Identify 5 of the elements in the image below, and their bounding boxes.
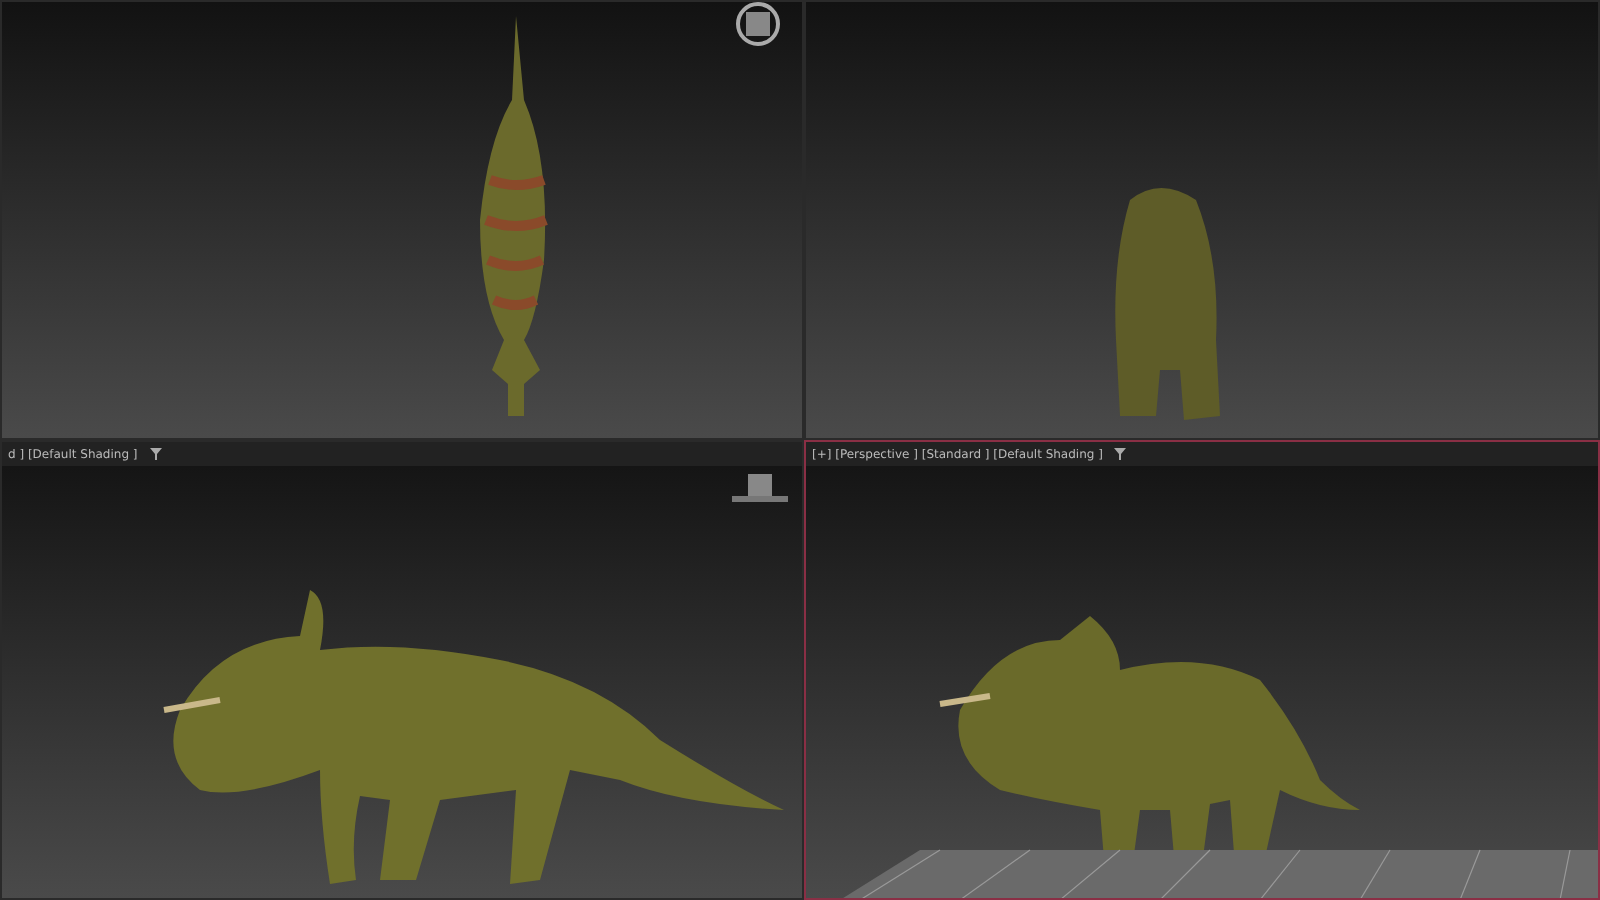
viewcube-icon[interactable] — [736, 2, 780, 46]
filter-icon[interactable] — [1114, 448, 1127, 460]
filter-icon[interactable] — [149, 448, 162, 460]
viewcube-icon[interactable] — [732, 474, 788, 502]
viewport[interactable] — [0, 0, 804, 440]
